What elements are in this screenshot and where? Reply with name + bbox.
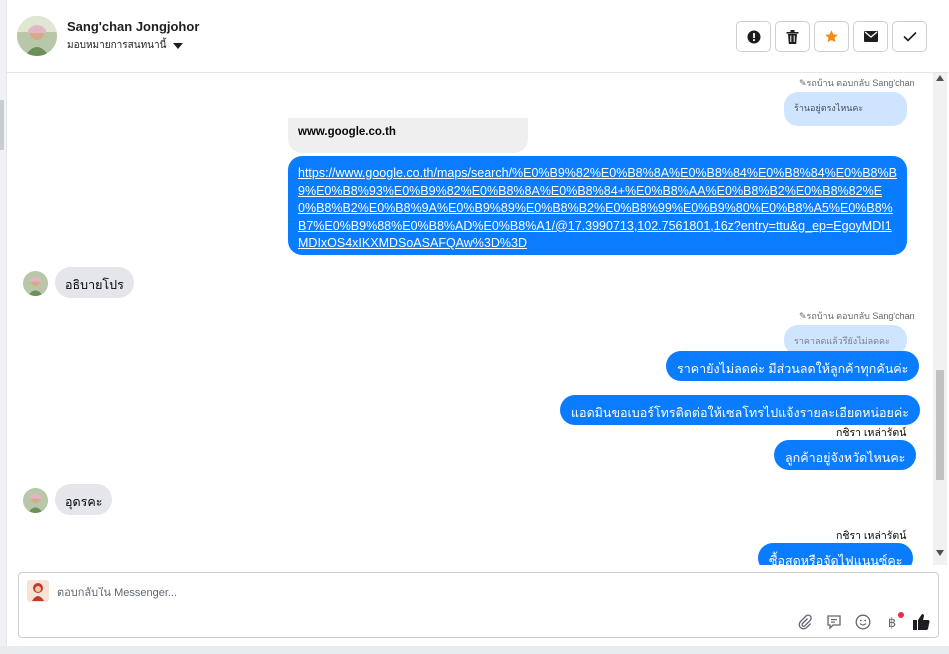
emoji-icon	[855, 614, 871, 630]
contact-name: Sang'chan Jongjohor	[67, 19, 200, 34]
message-input[interactable]	[57, 587, 757, 599]
svg-text:฿: ฿	[888, 616, 896, 630]
mail-icon	[863, 31, 878, 42]
maps-link[interactable]: https://www.google.co.th/maps/search/%E0…	[298, 166, 897, 250]
scroll-thumb[interactable]	[936, 370, 944, 480]
header-actions	[736, 21, 927, 52]
sender-name: กชิรา เหล่ารัตน์	[836, 530, 907, 542]
assign-dropdown[interactable]: มอบหมายการสนทนานี้	[67, 38, 184, 53]
mark-done-button[interactable]	[892, 21, 927, 52]
conversation-panel: Sang'chan Jongjohor มอบหมายการสนทนานี้ ✎…	[6, 0, 949, 654]
mark-unread-button[interactable]	[853, 21, 888, 52]
scroll-down-arrow-icon[interactable]	[936, 550, 944, 556]
emoji-button[interactable]	[853, 612, 873, 632]
trash-icon	[786, 29, 799, 44]
replied-message-quote[interactable]: ร้านอยู่ตรงไหนคะ	[784, 92, 907, 126]
outgoing-link-message[interactable]: https://www.google.co.th/maps/search/%E0…	[288, 156, 907, 255]
bottom-edge	[0, 646, 949, 654]
like-button[interactable]	[911, 612, 931, 632]
reply-meta: ✎รถบ้าน ตอบกลับ Sang'chan	[799, 311, 915, 321]
payment-icon: ฿	[888, 616, 896, 630]
delete-button[interactable]	[775, 21, 810, 52]
saved-replies-button[interactable]	[824, 612, 844, 632]
reply-meta: ✎รถบ้าน ตอบกลับ Sang'chan	[799, 78, 915, 88]
contact-avatar[interactable]	[17, 16, 57, 56]
assign-label: มอบหมายการสนทนานี้	[67, 40, 167, 51]
saved-reply-icon	[827, 615, 841, 630]
like-icon	[913, 614, 930, 631]
composer-tools: ฿	[795, 612, 931, 632]
outgoing-message[interactable]: ราคายังไม่ลดค่ะ มีส่วนลดให้ลูกค้าทุกคันค…	[666, 351, 920, 381]
outgoing-message[interactable]: ซื้อสดหรือจัดไฟแนนซ์คะ	[758, 543, 914, 565]
contact-avatar-small	[23, 271, 48, 296]
star-button[interactable]	[814, 21, 849, 52]
thread-scrollbar[interactable]	[933, 73, 947, 565]
scroll-up-arrow-icon[interactable]	[936, 75, 944, 81]
outgoing-message[interactable]: ลูกค้าอยู่จังหวัดไหนคะ	[774, 440, 917, 470]
chevron-down-icon	[173, 42, 184, 49]
page-avatar	[27, 580, 49, 602]
star-icon	[825, 30, 838, 43]
sender-name: กชิรา เหล่ารัตน์	[836, 427, 907, 439]
message-thread[interactable]: ✎รถบ้าน ตอบกลับ Sang'chan ร้านอยู่ตรงไหน…	[7, 73, 935, 565]
incoming-message[interactable]: อุดรคะ	[55, 484, 113, 515]
payment-button[interactable]: ฿	[882, 612, 904, 632]
outgoing-message[interactable]: แอดมินขอเบอร์โทรติดต่อให้เซลโทรไปแจ้งราย…	[560, 395, 920, 425]
conversation-header: Sang'chan Jongjohor มอบหมายการสนทนานี้	[7, 0, 949, 73]
left-edge-mark	[0, 100, 4, 150]
reply-composer: ฿	[18, 572, 939, 638]
link-preview-title[interactable]: www.google.co.th	[288, 118, 528, 153]
incoming-message[interactable]: อธิบายโปร	[55, 267, 134, 298]
attachment-icon	[798, 614, 812, 630]
attach-button[interactable]	[795, 612, 815, 632]
check-icon	[902, 31, 917, 42]
mark-spam-button[interactable]	[736, 21, 771, 52]
contact-avatar-small	[23, 488, 48, 513]
alert-icon	[747, 30, 760, 43]
notification-dot	[898, 612, 904, 618]
